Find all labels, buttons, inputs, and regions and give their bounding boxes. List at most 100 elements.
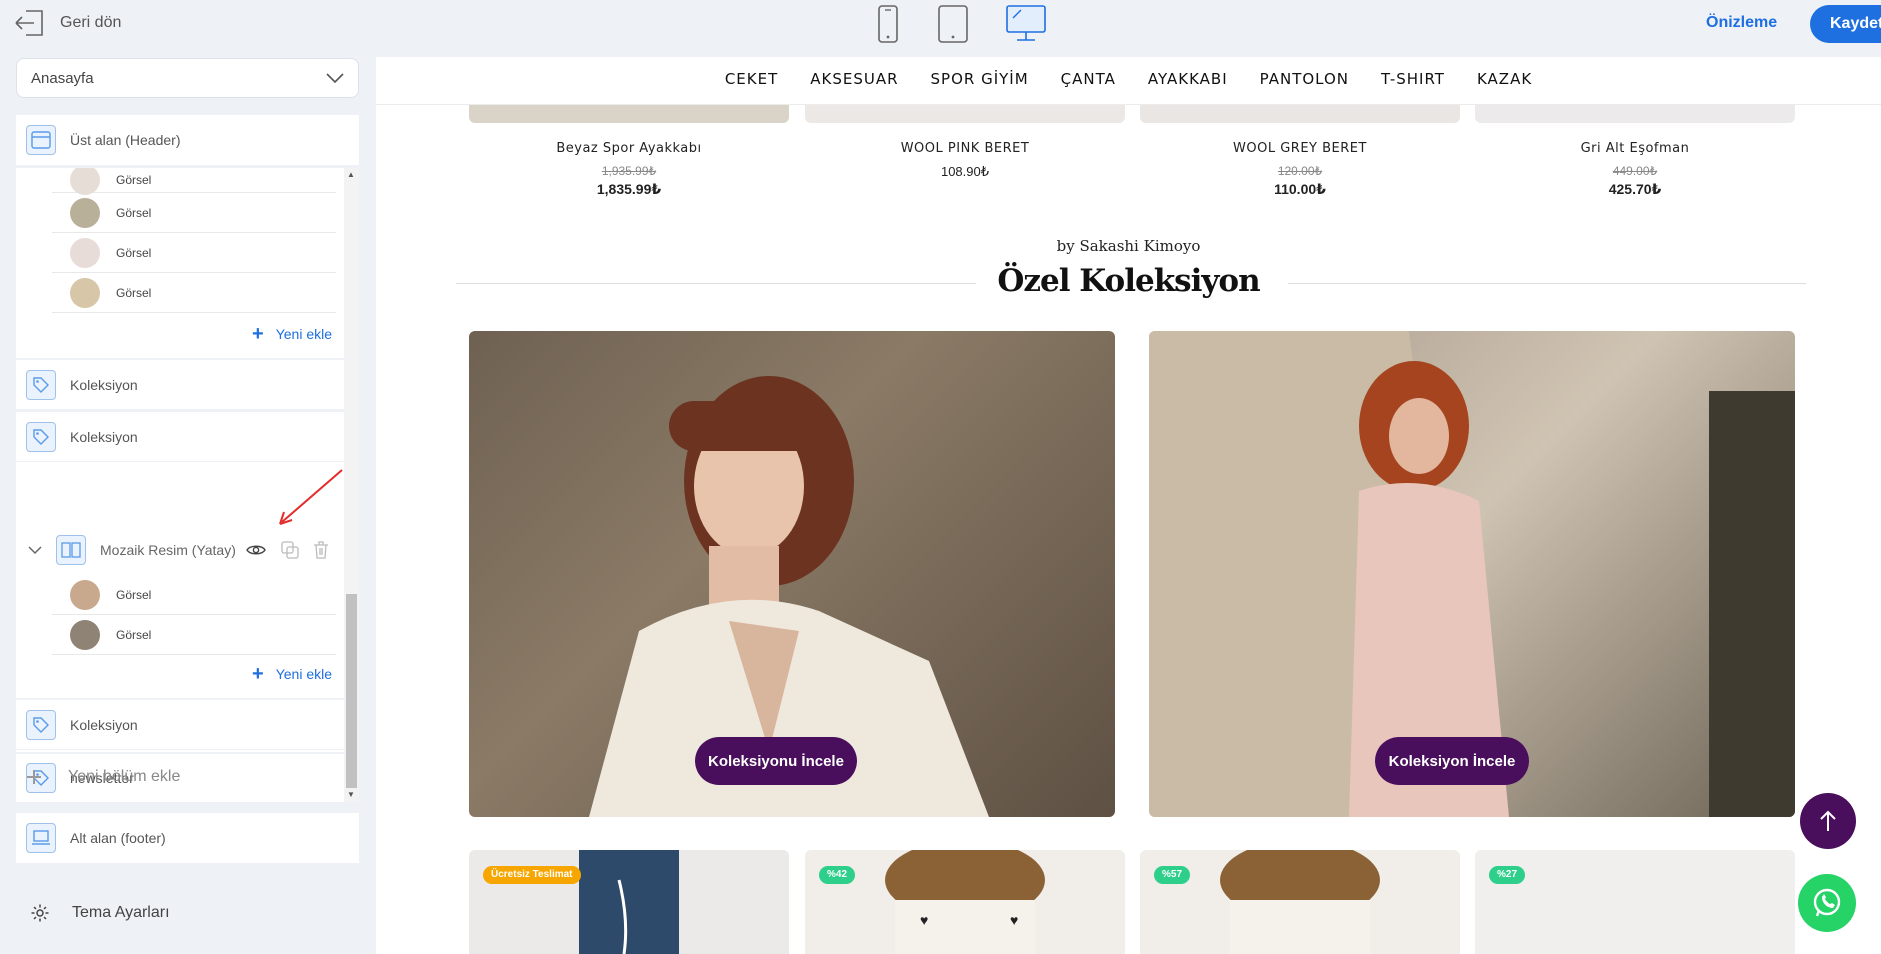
product-image[interactable]: ♥ ♥ %42 (805, 850, 1125, 954)
nav-item[interactable]: AKSESUAR (810, 70, 898, 104)
product-name: WOOL PINK BERET (900, 141, 1030, 156)
mosaic-label: Mozaik Resim (Yatay) (100, 542, 236, 558)
tag-icon (26, 421, 56, 452)
trash-icon[interactable] (312, 540, 330, 560)
product-image[interactable]: %57 (1140, 850, 1460, 954)
product-old-price: 449.00₺ (1612, 164, 1658, 178)
add-new-item-button[interactable]: + Yeni ekle (252, 663, 332, 685)
add-new-label: Yeni ekle (275, 666, 332, 682)
preview-button[interactable]: Önizleme (1706, 14, 1777, 32)
nav-item[interactable]: AYAKKABI (1148, 70, 1228, 104)
laptop-icon (26, 823, 56, 853)
back-label: Geri dön (60, 14, 122, 31)
tag-icon (26, 369, 56, 400)
site-preview: CEKET AKSESUAR SPOR GİYİM ÇANTA AYAKKABI… (376, 57, 1881, 954)
footer-section[interactable]: Alt alan (footer) (16, 813, 359, 863)
collection-section[interactable]: Koleksiyon (16, 410, 344, 462)
product-name: Beyaz Spor Ayakkabı (556, 141, 702, 156)
scroll-up-icon[interactable]: ▲ (347, 170, 355, 179)
monitor-icon (1006, 5, 1046, 41)
editor-sidebar: Anasayfa Üst alan (Header) Görsel Görsel… (0, 48, 376, 954)
product-card[interactable]: WOOL PINK BERET 108.90₺ (805, 141, 1125, 180)
list-item[interactable]: Görsel (52, 233, 336, 273)
back-button[interactable]: Geri dön (14, 8, 121, 38)
product-image[interactable] (1140, 105, 1460, 123)
nav-item[interactable]: CEKET (725, 70, 778, 104)
desktop-device-button[interactable] (1005, 4, 1047, 44)
section-byline: by Sakashi Kimoyo (1056, 237, 1201, 255)
product-image[interactable] (469, 105, 789, 123)
plus-icon: + (252, 323, 264, 345)
promo-badge: Ücretsiz Teslimat (483, 866, 581, 884)
section-title: Özel Koleksiyon (997, 263, 1260, 299)
mobile-device-button[interactable] (875, 4, 901, 44)
image-thumbnail (70, 197, 100, 228)
list-item[interactable]: Görsel (52, 168, 336, 195)
section-label: Koleksiyon (70, 376, 138, 393)
eye-icon[interactable] (246, 543, 266, 557)
image-thumbnail (70, 237, 100, 268)
scrollbar-thumb[interactable] (346, 594, 357, 788)
save-button[interactable]: Kaydet (1810, 5, 1881, 43)
duplicate-icon[interactable] (280, 540, 300, 560)
tablet-device-button[interactable] (937, 4, 969, 44)
product-card[interactable]: Gri Alt Eşofman 449.00₺ 425.70₺ (1475, 141, 1795, 198)
product-image[interactable] (805, 105, 1125, 123)
product-image[interactable]: %27 (1475, 850, 1795, 954)
plus-icon: + (252, 663, 264, 685)
svg-text:♥: ♥ (1010, 912, 1018, 928)
product-card[interactable]: WOOL GREY BERET 120.00₺ 110.00₺ (1140, 141, 1460, 198)
page-select[interactable]: Anasayfa (16, 58, 359, 98)
image-thumbnail (70, 579, 100, 610)
mosaic-section[interactable]: Mozaik Resim (Yatay) (16, 525, 344, 575)
header-section-label: Üst alan (Header) (70, 132, 181, 148)
discount-badge: %42 (819, 866, 856, 884)
nav-item[interactable]: PANTOLON (1260, 70, 1349, 104)
add-section-button[interactable]: Yeni bölüm ekle (26, 768, 180, 786)
product-price: 425.70₺ (1608, 181, 1662, 197)
arrow-up-icon (1820, 810, 1836, 831)
image-thumbnail (70, 619, 100, 650)
whatsapp-button[interactable] (1798, 874, 1856, 932)
product-price: 110.00₺ (1274, 181, 1326, 197)
annotation-arrow (279, 469, 343, 525)
nav-item[interactable]: ÇANTA (1061, 70, 1116, 104)
theme-settings-label: Tema Ayarları (72, 904, 170, 921)
footer-section-label: Alt alan (footer) (70, 830, 166, 846)
top-bar: Geri dön Önizleme Kaydet (0, 0, 1881, 48)
nav-item[interactable]: SPOR GİYİM (931, 70, 1029, 104)
collection-section[interactable]: Koleksiyon (16, 698, 344, 750)
add-new-item-button[interactable]: + Yeni ekle (252, 323, 332, 345)
site-nav: CEKET AKSESUAR SPOR GİYİM ÇANTA AYAKKABI… (376, 57, 1881, 105)
plus-icon (27, 770, 41, 784)
product-card[interactable]: Beyaz Spor Ayakkabı 1,935.99₺ 1,835.99₺ (469, 141, 789, 198)
product-price: 108.90₺ (940, 164, 990, 179)
list-item[interactable]: Görsel (52, 193, 336, 233)
gear-icon (31, 904, 49, 922)
nav-item[interactable]: KAZAK (1477, 70, 1532, 104)
section-label: Koleksiyon (70, 428, 138, 445)
product-image[interactable] (1475, 105, 1795, 123)
list-item-label: Görsel (116, 627, 152, 642)
scroll-to-top-button[interactable] (1800, 793, 1856, 849)
mosaic-icon (56, 535, 86, 565)
phone-icon (878, 5, 898, 43)
theme-settings-button[interactable]: Tema Ayarları (30, 903, 170, 923)
product-image[interactable]: Ücretsiz Teslimat (469, 850, 789, 954)
header-section[interactable]: Üst alan (Header) (16, 115, 359, 165)
collection-cta-button[interactable]: Koleksiyon İncele (1375, 737, 1529, 785)
list-item[interactable]: Görsel (52, 615, 336, 655)
nav-item[interactable]: T-SHIRT (1381, 70, 1445, 104)
page-select-value: Anasayfa (31, 69, 94, 87)
chevron-down-icon[interactable] (28, 545, 42, 555)
product-old-price: 1,935.99₺ (601, 164, 657, 178)
list-item-label: Görsel (116, 205, 152, 220)
list-item[interactable]: Görsel (52, 575, 336, 615)
list-item[interactable]: Görsel (52, 273, 336, 313)
tag-icon (26, 709, 56, 740)
chevron-down-icon (326, 73, 344, 83)
sidebar-scrollbar[interactable]: ▲ ▼ (344, 168, 359, 802)
scroll-down-icon[interactable]: ▼ (347, 790, 355, 799)
collection-cta-button[interactable]: Koleksiyonu İncele (695, 737, 857, 785)
collection-section[interactable]: Koleksiyon (16, 358, 344, 410)
